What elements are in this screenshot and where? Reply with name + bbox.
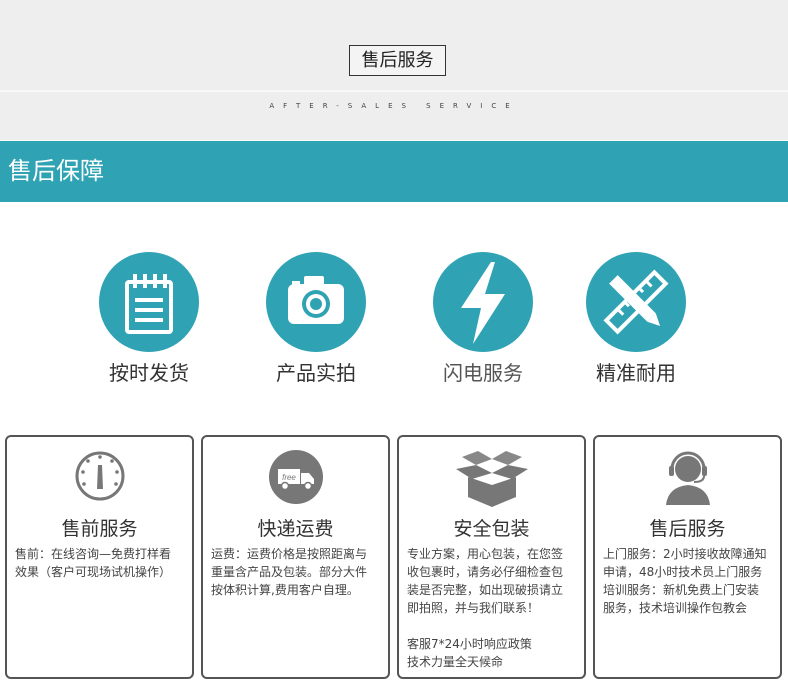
page-subtitle: AFTER-SALES SERVICE [269, 102, 519, 110]
feature-label: 产品实拍 [276, 361, 356, 385]
notepad-icon [99, 252, 199, 352]
header-divider [0, 90, 788, 92]
section-banner: 售后保障 [0, 141, 788, 202]
card-text: 上门服务：2小时接收故障通知 申请，48小时技术员上门服务 培训服务：新机免费上… [603, 547, 767, 615]
card-title: 安全包装 [453, 518, 530, 540]
camera-icon [266, 252, 366, 352]
header-band: 售后服务 AFTER-SALES SERVICE [0, 0, 788, 140]
page-title: 售后服务 [349, 45, 446, 76]
card-packaging: 安全包装 专业方案，用心包装，在您签 收包裹时，请务必仔细检查包 装是否完整，如… [397, 435, 586, 679]
section-title: 售后保障 [8, 157, 104, 185]
feature-label: 按时发货 [109, 361, 189, 385]
svg-text:free: free [282, 473, 296, 482]
open-box-icon [399, 449, 584, 507]
feature-on-time-shipping: 按时发货 [89, 252, 209, 386]
card-text: 专业方案，用心包装，在您签 收包裹时，请务必仔细检查包 装是否完整，如出现破损请… [407, 547, 564, 669]
card-title: 售后服务 [649, 518, 726, 540]
card-title: 快递运费 [257, 518, 334, 540]
gauge-icon [7, 449, 192, 505]
free-delivery-truck-icon: free [203, 449, 388, 505]
feature-label: 闪电服务 [443, 361, 523, 385]
feature-real-photos: 产品实拍 [256, 252, 376, 386]
headset-agent-icon [595, 449, 780, 505]
feature-precise-durable: 精准耐用 [576, 252, 696, 386]
card-title: 售前服务 [61, 518, 138, 540]
ruler-pencil-icon [586, 252, 686, 352]
lightning-icon [433, 252, 533, 352]
card-text: 售前：在线咨询—免费打样看 效果（客户可现场试机操作） [15, 547, 172, 579]
card-pre-sales: 售前服务 售前：在线咨询—免费打样看 效果（客户可现场试机操作） [5, 435, 194, 679]
card-shipping: free 快递运费 运费：运费价格是按照距离与 重量含产品及包装。部分大件 按体… [201, 435, 390, 679]
card-after-sales: 售后服务 上门服务：2小时接收故障通知 申请，48小时技术员上门服务 培训服务：… [593, 435, 782, 679]
feature-lightning-service: 闪电服务 [423, 252, 543, 386]
card-text: 运费：运费价格是按照距离与 重量含产品及包装。部分大件 按体积计算,费用客户自理… [211, 547, 368, 597]
feature-label: 精准耐用 [596, 361, 676, 385]
